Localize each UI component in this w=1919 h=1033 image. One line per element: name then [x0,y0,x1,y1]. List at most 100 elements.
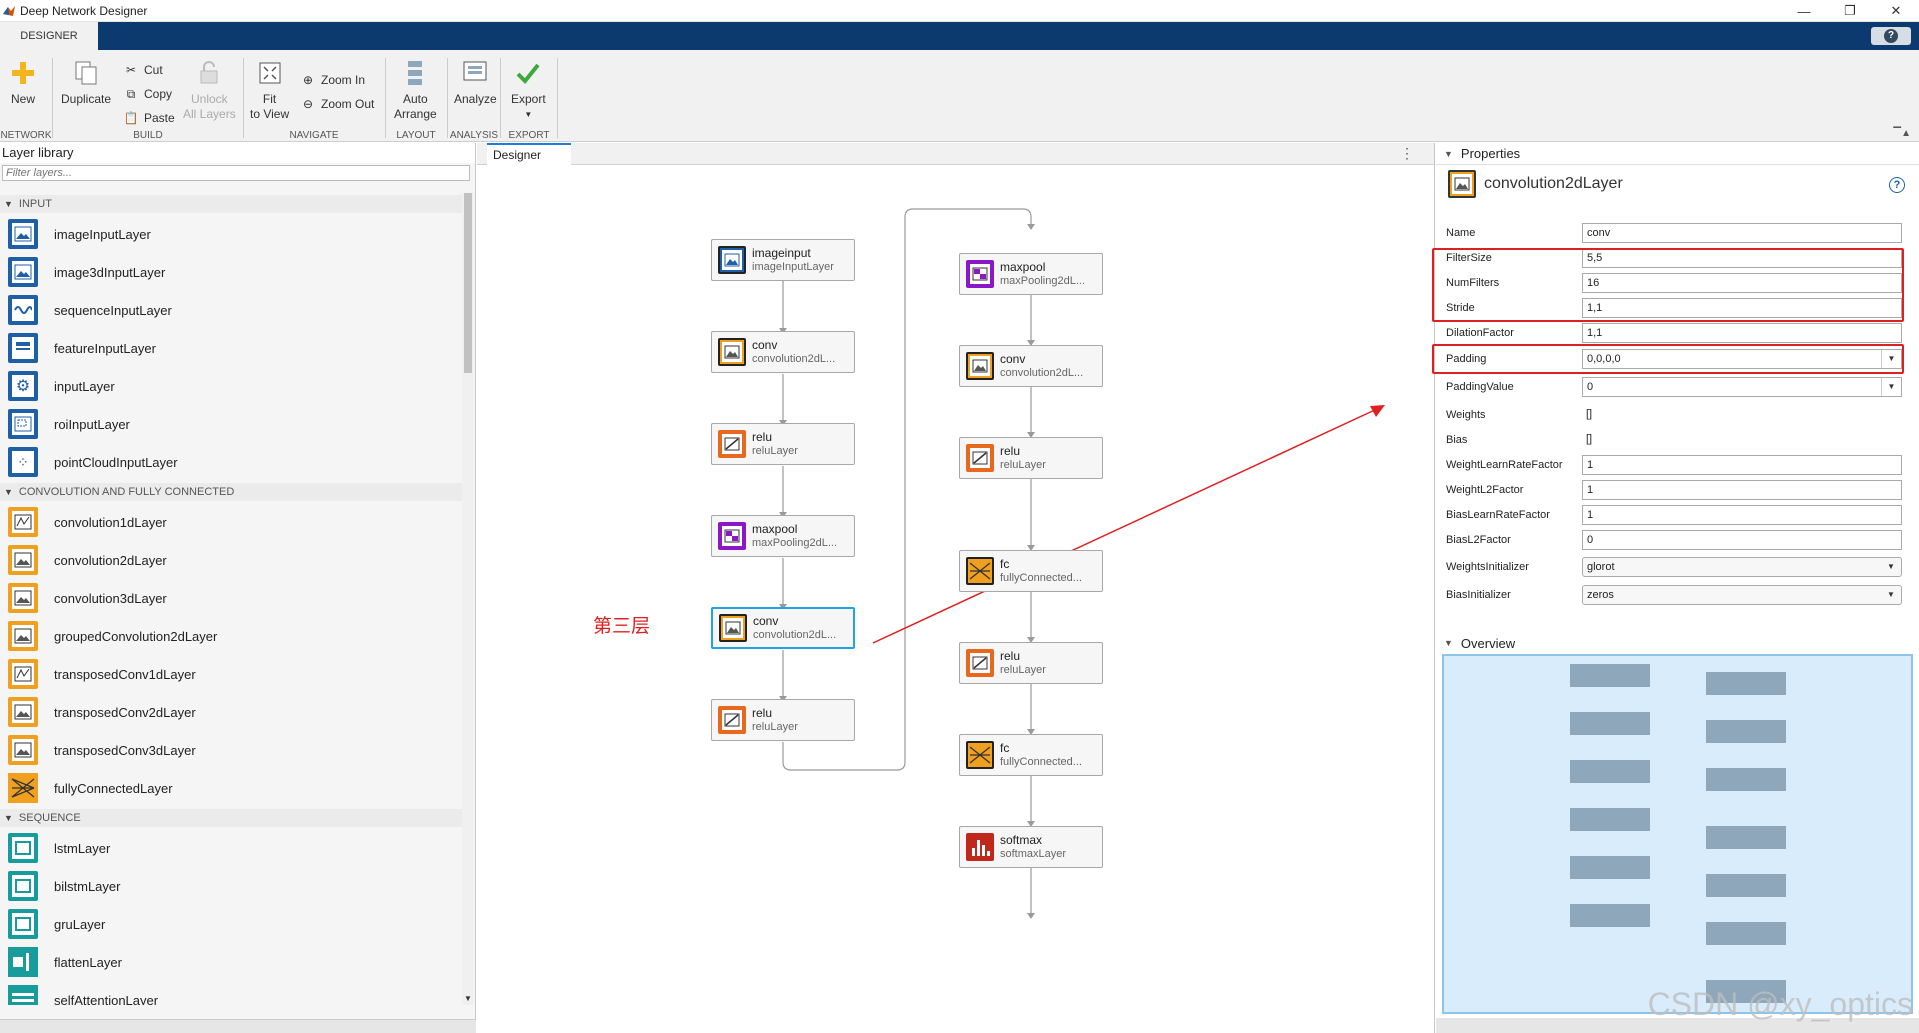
scroll-thumb[interactable] [464,193,472,373]
help-icon[interactable]: ? [1889,177,1905,193]
weightsinitializer-dropdown[interactable]: glorot ▼ [1582,557,1902,577]
network-node[interactable]: relu reluLayer [711,699,855,741]
network-node[interactable]: conv convolution2dL... [959,345,1103,387]
minimize-button[interactable]: — [1781,0,1827,22]
list-item[interactable]: ⁘ pointCloudInputLayer [0,443,462,481]
export-button[interactable]: Export ▼ [511,58,546,122]
network-node[interactable]: relu reluLayer [959,642,1103,684]
tab-designer[interactable]: DESIGNER [0,22,98,50]
filter-layers-input[interactable] [2,165,470,181]
tab-designer-canvas[interactable]: Designer [487,143,571,165]
list-item[interactable]: fullyConnectedLayer [0,769,462,807]
weightl2factor-field[interactable]: 1 [1582,480,1902,500]
layer-label: inputLayer [54,378,115,394]
network-node[interactable]: conv convolution2dL... [711,331,855,373]
network-node[interactable]: softmax softmaxLayer [959,826,1103,868]
unlock-all-layers-button[interactable]: Unlock All Layers [183,58,236,122]
list-item[interactable]: gruLayer [0,905,462,943]
network-node[interactable]: fc fullyConnected... [959,550,1103,592]
network-node-selected[interactable]: conv convolution2dL... [711,607,855,649]
library-hscrollbar[interactable] [0,1019,476,1033]
list-item[interactable]: selfAttentionLayer [0,981,462,1005]
chevron-down-icon[interactable]: ▼ [1881,558,1901,576]
annotation-arrow [872,405,1385,644]
plus-icon [8,58,38,88]
list-item[interactable]: convolution3dLayer [0,579,462,617]
list-item[interactable]: convolution2dLayer [0,541,462,579]
section-label: NAVIGATE [289,130,339,141]
prop-label: BiasInitializer [1446,589,1511,601]
chevron-down-icon[interactable]: ▼ [1881,586,1901,604]
more-options-icon[interactable]: ⋮ [1400,145,1414,162]
overview-minimap[interactable] [1442,654,1913,1014]
fully-connected-icon [966,741,994,769]
list-item[interactable]: image3dInputLayer [0,253,462,291]
designer-canvas[interactable]: Designer ⋮ imageinput imageInputLayer co… [477,143,1435,1033]
help-button[interactable]: ? [1871,27,1911,45]
layer-list[interactable]: ▼ INPUT imageInputLayer image3dInputLayer… [0,193,462,1005]
analyze-button[interactable]: Analyze [454,58,497,107]
chevron-down-icon[interactable]: ▼ [1881,378,1901,396]
category-sequence[interactable]: ▼ SEQUENCE [0,809,462,827]
library-scrollbar[interactable]: ▼ [462,193,474,1005]
list-item[interactable]: flattenLayer [0,943,462,981]
collapse-ribbon-icon[interactable]: ▔▲ [1893,128,1911,139]
fit-to-view-button[interactable]: Fit to View [250,58,289,122]
network-node[interactable]: maxpool maxPooling2dL... [959,253,1103,295]
dilationfactor-field[interactable]: 1,1 [1582,323,1902,343]
prop-label: WeightL2Factor [1446,484,1524,496]
copy-button[interactable]: ⧉ Copy [123,84,172,104]
list-item[interactable]: bilstmLayer [0,867,462,905]
list-item[interactable]: featureInputLayer [0,329,462,367]
list-item[interactable]: roiInputLayer [0,405,462,443]
section-label: LAYOUT [396,130,436,141]
node-name: fc [1000,557,1010,571]
biasl2factor-field[interactable]: 0 [1582,530,1902,550]
chevron-down-icon[interactable]: ▼ [464,994,472,1003]
matlab-logo-icon [3,5,15,16]
network-node[interactable]: relu reluLayer [959,437,1103,479]
list-item[interactable]: imageInputLayer [0,215,462,253]
list-item[interactable]: transposedConv2dLayer [0,693,462,731]
maximize-button[interactable]: ❐ [1827,0,1873,22]
overview-header[interactable]: ▼ Overview [1436,632,1919,654]
cut-button[interactable]: ✂ Cut [123,60,163,80]
layer-label: imageInputLayer [54,226,151,242]
category-input[interactable]: ▼ INPUT [0,195,462,213]
layer-label: groupedConvolution2dLayer [54,628,218,644]
biasinitializer-dropdown[interactable]: zeros ▼ [1582,585,1902,605]
bias-value: [] [1586,433,1593,445]
properties-header[interactable]: ▼ Properties [1436,143,1919,165]
list-item[interactable]: transposedConv3dLayer [0,731,462,769]
prop-label: WeightsInitializer [1446,561,1529,573]
sequence-input-icon [8,295,38,325]
list-item[interactable]: convolution1dLayer [0,503,462,541]
network-node[interactable]: relu reluLayer [711,423,855,465]
auto-arrange-button[interactable]: Auto Arrange [394,58,437,122]
new-button[interactable]: New [8,58,38,107]
list-item[interactable]: sequenceInputLayer [0,291,462,329]
weightlearnratefactor-field[interactable]: 1 [1582,455,1902,475]
zoom-out-button[interactable]: ⊖ Zoom Out [300,94,374,114]
category-convolution[interactable]: ▼ CONVOLUTION AND FULLY CONNECTED [0,483,462,501]
prop-row-biasinitializer: BiasInitializer zeros ▼ [1446,584,1916,606]
paddingvalue-combobox[interactable]: 0 ▼ [1582,377,1902,397]
list-item[interactable]: ⚙ inputLayer [0,367,462,405]
network-node[interactable]: imageinput imageInputLayer [711,239,855,281]
biaslearnratefactor-field[interactable]: 1 [1582,505,1902,525]
zoom-in-button[interactable]: ⊕ Zoom In [300,70,365,90]
list-item[interactable]: lstmLayer [0,829,462,867]
ribbon: New NETWORK Duplicate ✂ Cut ⧉ Copy 📋 Paste … [0,50,1919,142]
list-item[interactable]: groupedConvolution2dLayer [0,617,462,655]
unlock-label: Unlock [191,92,228,106]
list-item[interactable]: transposedConv1dLayer [0,655,462,693]
network-node[interactable]: maxpool maxPooling2dL... [711,515,855,557]
paste-button[interactable]: 📋 Paste [123,108,175,128]
close-button[interactable]: ✕ [1873,0,1919,22]
duplicate-button[interactable]: Duplicate [61,58,111,107]
name-field[interactable]: conv [1582,223,1902,243]
point-cloud-icon: ⁘ [8,447,38,477]
fully-connected-icon [8,773,38,803]
network-node[interactable]: fc fullyConnected... [959,734,1103,776]
layer-label: transposedConv1dLayer [54,666,196,682]
